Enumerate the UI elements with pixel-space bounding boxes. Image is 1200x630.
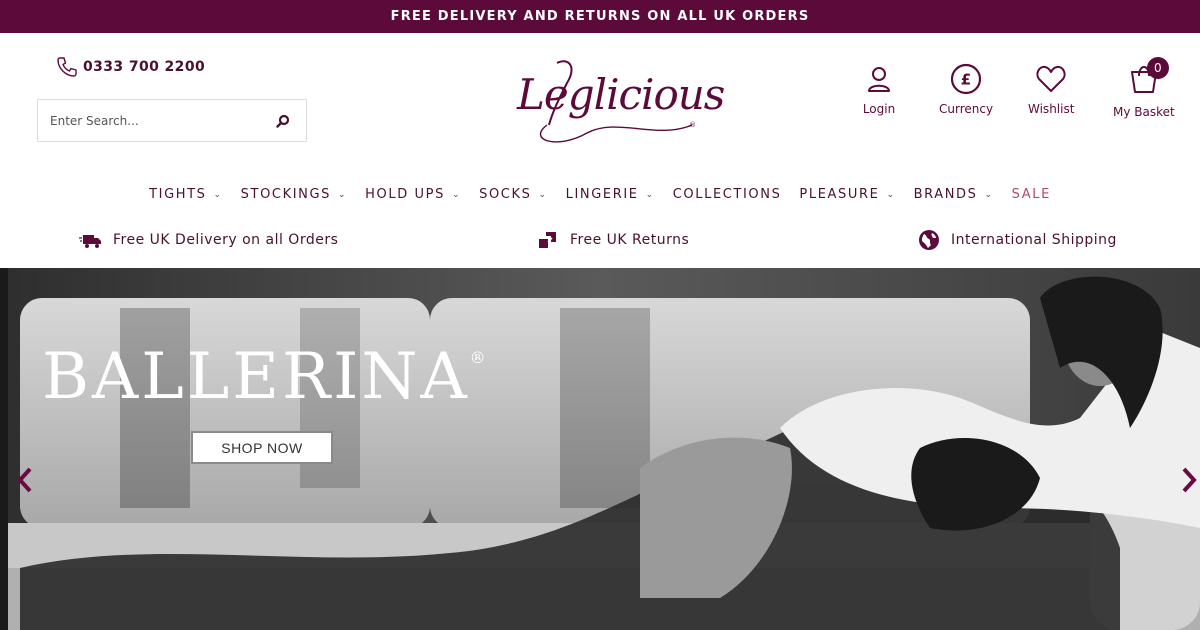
currency-icon: £ [950, 63, 982, 95]
nav-label: SOCKS [479, 187, 532, 202]
carousel-next-button[interactable] [1176, 462, 1200, 498]
basket-count-badge: 0 [1146, 57, 1169, 79]
announcement-text: FREE DELIVERY AND RETURNS ON ALL UK ORDE… [390, 9, 810, 24]
globe-icon [919, 230, 939, 250]
hero-brand-title: BALLERINA® [42, 340, 486, 414]
nav-item-lingerie[interactable]: LINGERIE ⌄ [566, 187, 655, 202]
nav-item-hold-ups[interactable]: HOLD UPS ⌄ [365, 187, 461, 202]
chevron-down-icon: ⌄ [213, 189, 223, 200]
currency-selector[interactable]: £ Currency [939, 62, 993, 116]
usp-returns-text: Free UK Returns [570, 232, 690, 248]
nav-item-pleasure[interactable]: PLEASURE ⌄ [799, 187, 895, 202]
hero-brand-name: BALLERINA [42, 340, 470, 414]
usp-delivery-text: Free UK Delivery on all Orders [113, 232, 339, 248]
nav-label: SALE [1011, 187, 1051, 202]
truck-icon [79, 235, 101, 248]
chevron-down-icon: ⌄ [886, 189, 896, 200]
shop-now-button[interactable]: SHOP NOW [191, 431, 333, 464]
basket-label: My Basket [1113, 105, 1175, 119]
carousel-prev-button[interactable] [12, 462, 38, 498]
nav-item-stockings[interactable]: STOCKINGS ⌄ [241, 187, 347, 202]
usp-international: International Shipping [917, 229, 1117, 251]
main-nav: TIGHTS ⌄ STOCKINGS ⌄ HOLD UPS ⌄ SOCKS ⌄ … [0, 187, 1200, 202]
wishlist-label: Wishlist [1028, 102, 1075, 116]
chevron-down-icon: ⌄ [538, 189, 548, 200]
hero-reg-mark: ® [469, 348, 486, 367]
phone-number: 0333 700 2200 [83, 59, 206, 75]
nav-item-sale[interactable]: SALE [1012, 187, 1051, 202]
nav-label: TIGHTS [149, 187, 207, 202]
usp-international-text: International Shipping [951, 232, 1117, 248]
phone-icon [57, 57, 77, 77]
nav-label: BRANDS [913, 187, 978, 202]
search-box [37, 99, 307, 142]
chevron-left-icon [17, 467, 32, 493]
basket-link[interactable]: 0 My Basket [1113, 57, 1175, 119]
nav-item-socks[interactable]: SOCKS ⌄ [479, 187, 548, 202]
search-input[interactable] [50, 113, 250, 128]
search-button[interactable] [274, 112, 292, 130]
nav-label: COLLECTIONS [672, 187, 782, 202]
user-icon [868, 67, 890, 92]
phone-contact[interactable]: 0333 700 2200 [55, 55, 205, 79]
nav-label: STOCKINGS [240, 187, 331, 202]
hero-banner[interactable]: BALLERINA® SHOP NOW [0, 268, 1200, 630]
search-icon [276, 114, 290, 128]
currency-label: Currency [939, 102, 994, 116]
hero-image [0, 268, 1200, 630]
nav-item-collections[interactable]: COLLECTIONS [673, 187, 782, 202]
chevron-right-icon [1182, 467, 1197, 493]
usp-delivery: Free UK Delivery on all Orders [79, 229, 338, 251]
nav-label: PLEASURE [799, 187, 880, 202]
login-label: Login [862, 102, 896, 116]
site-logo[interactable]: ® Leglicious [517, 55, 725, 155]
nav-item-tights[interactable]: TIGHTS ⌄ [149, 187, 223, 202]
shop-now-label: SHOP NOW [221, 439, 303, 456]
heart-icon [1036, 65, 1066, 92]
nav-item-brands[interactable]: BRANDS ⌄ [914, 187, 994, 202]
basket-icon-wrap: 0 [1127, 57, 1169, 105]
nav-label: LINGERIE [565, 187, 639, 202]
wishlist-link[interactable]: Wishlist [1028, 62, 1074, 116]
chevron-down-icon: ⌄ [451, 189, 462, 200]
nav-label: HOLD UPS [365, 187, 445, 202]
svg-text:£: £ [961, 71, 971, 89]
usp-returns: Free UK Returns [536, 229, 689, 251]
logo-text: Leglicious [517, 70, 725, 119]
login-link[interactable]: Login [862, 62, 896, 116]
chevron-down-icon: ⌄ [645, 189, 655, 200]
announcement-bar: FREE DELIVERY AND RETURNS ON ALL UK ORDE… [0, 0, 1200, 33]
chevron-down-icon: ⌄ [337, 189, 348, 200]
chevron-down-icon: ⌄ [984, 189, 994, 200]
returns-icon [539, 232, 556, 248]
